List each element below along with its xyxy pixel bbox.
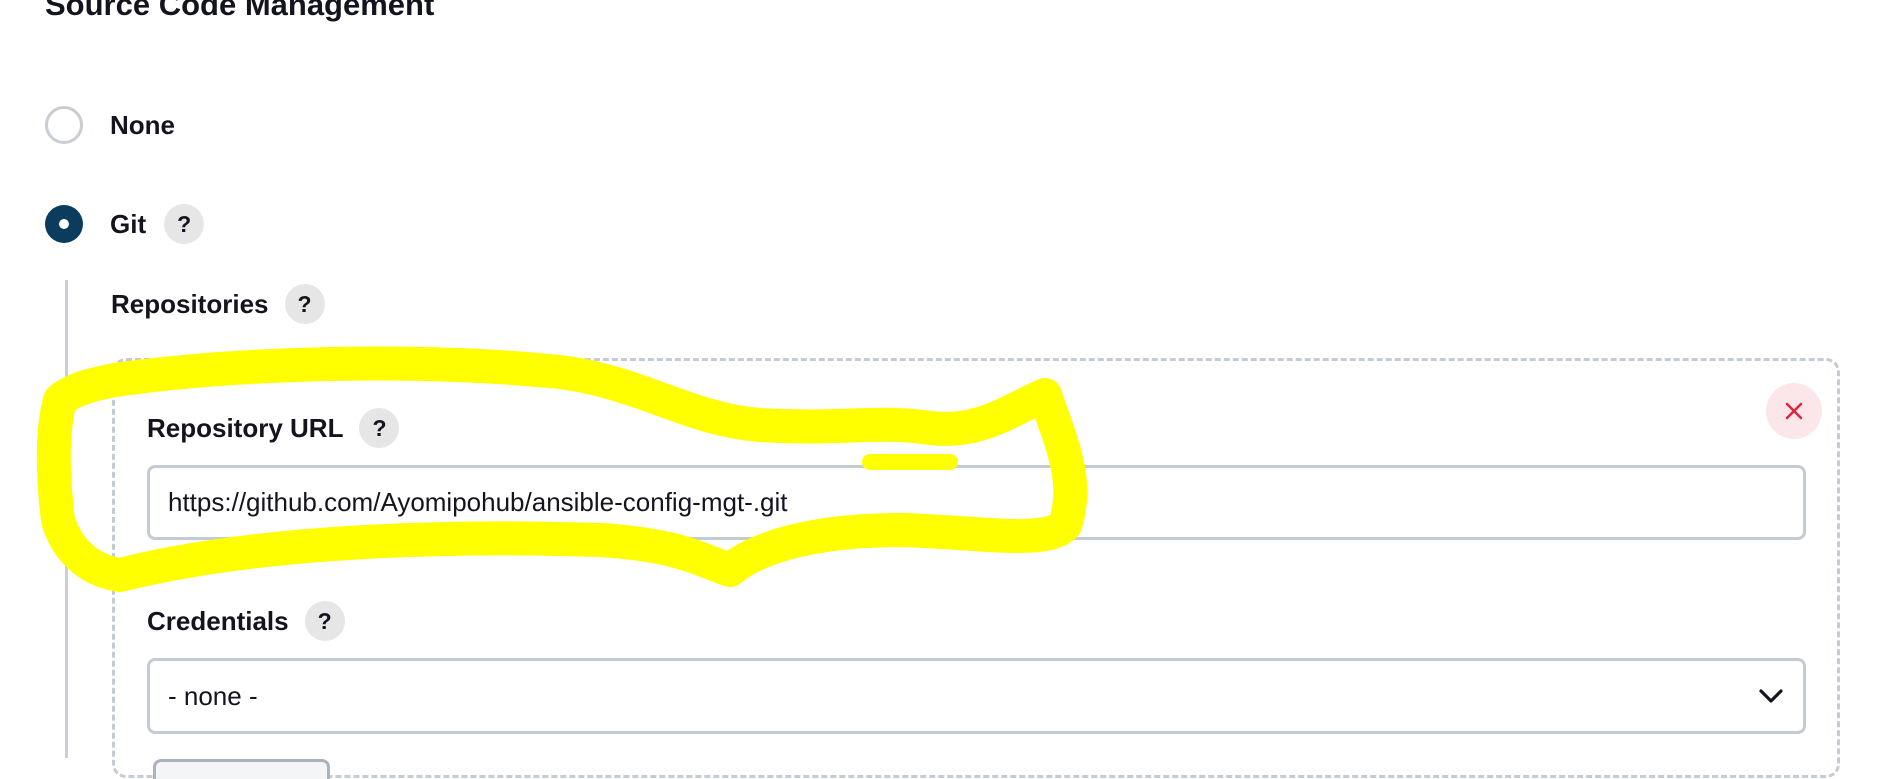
repository-url-header: Repository URL ? xyxy=(147,407,400,449)
repository-url-label: Repository URL xyxy=(147,412,344,443)
question-mark-icon[interactable]: ? xyxy=(284,284,325,324)
chevron-down-icon xyxy=(1759,689,1783,703)
git-nested-indicator xyxy=(65,280,68,758)
scm-option-none[interactable]: None xyxy=(45,103,175,147)
radio-git[interactable] xyxy=(45,205,83,243)
question-mark-icon[interactable]: ? xyxy=(359,408,400,448)
scm-option-git[interactable]: Git ? xyxy=(45,202,205,246)
radio-none[interactable] xyxy=(45,106,83,144)
credentials-label: Credentials xyxy=(147,605,289,636)
repositories-header: Repositories ? xyxy=(111,283,325,325)
credentials-selected-value: - none - xyxy=(168,680,258,711)
repositories-label: Repositories xyxy=(111,288,269,319)
question-mark-icon[interactable]: ? xyxy=(304,601,345,641)
credentials-select[interactable]: - none - xyxy=(147,658,1806,734)
add-credentials-button[interactable] xyxy=(153,759,330,779)
question-mark-icon[interactable]: ? xyxy=(164,204,205,244)
radio-label-git: Git xyxy=(110,208,147,239)
radio-label-none: None xyxy=(110,109,175,140)
repository-url-input[interactable] xyxy=(147,465,1806,540)
close-icon xyxy=(1785,402,1803,420)
delete-repository-button[interactable] xyxy=(1766,383,1822,439)
section-title: Source Code Management xyxy=(45,0,435,22)
credentials-header: Credentials ? xyxy=(147,600,345,642)
